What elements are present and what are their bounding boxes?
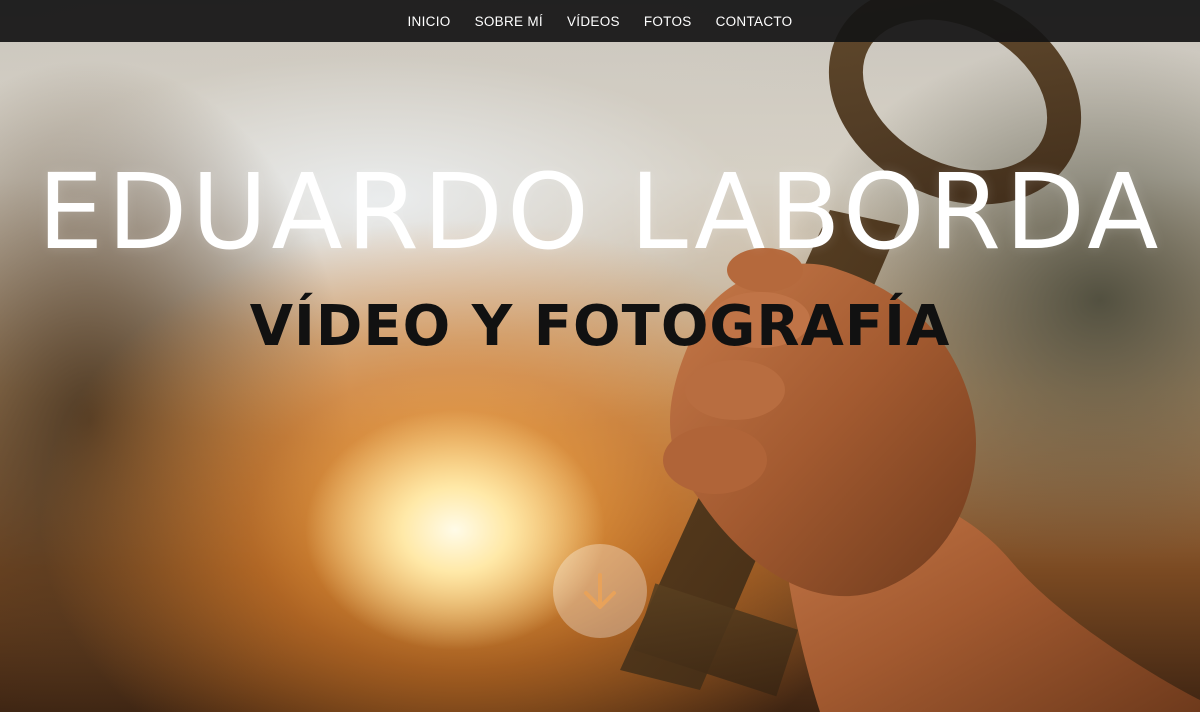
nav-link-videos[interactable]: VÍDEOS (567, 14, 620, 29)
page-title: EDUARDO LABORDA (37, 150, 1163, 273)
nav-link-inicio[interactable]: INICIO (408, 14, 451, 29)
nav-link-sobre-mi[interactable]: SOBRE MÍ (475, 14, 543, 29)
top-navbar: INICIO SOBRE MÍ VÍDEOS FOTOS CONTACTO (0, 0, 1200, 42)
hero-section: INICIO SOBRE MÍ VÍDEOS FOTOS CONTACTO ED… (0, 0, 1200, 712)
arrow-down-icon (584, 573, 616, 609)
page-subtitle: VÍDEO Y FOTOGRAFÍA (249, 294, 951, 360)
nav-link-contacto[interactable]: CONTACTO (716, 14, 793, 29)
nav-link-fotos[interactable]: FOTOS (644, 14, 692, 29)
scroll-down-button[interactable] (553, 544, 647, 638)
